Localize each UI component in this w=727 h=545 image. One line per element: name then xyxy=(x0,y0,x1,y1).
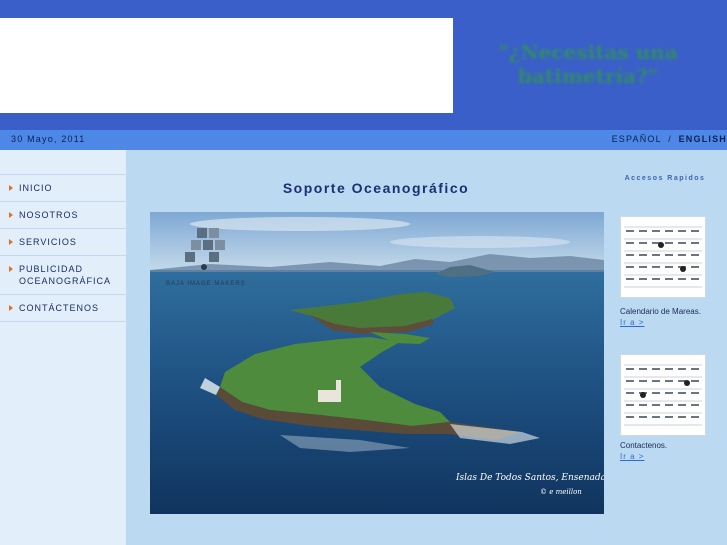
photo-credit: © e meillon xyxy=(540,488,582,496)
nav-item-label: INICIO xyxy=(19,183,53,193)
contact-thumbnail[interactable] xyxy=(620,354,706,436)
island-photo-graphic: BAJA IMAGE MAKERS Islas De Todos Santos,… xyxy=(150,212,604,514)
header-banner xyxy=(0,18,453,113)
lang-separator: / xyxy=(668,134,672,144)
quick-item-link[interactable]: Ir a > xyxy=(620,318,644,327)
tide-calendar-thumbnail[interactable] xyxy=(620,216,706,298)
nav-item-label: CONTÁCTENOS xyxy=(19,303,100,313)
header-slogan: "¿Necesitas una batimetría?" xyxy=(498,40,678,88)
bullet-arrow-icon xyxy=(9,266,13,272)
nav-item-label: SERVICIOS xyxy=(19,237,77,247)
date-bar: 30 Mayo, 2011 ESPAÑOL / ENGLISH xyxy=(0,130,727,150)
contact-thumbnail-graphic xyxy=(624,364,702,426)
bullet-arrow-icon xyxy=(9,185,13,191)
island-photo: BAJA IMAGE MAKERS Islas De Todos Santos,… xyxy=(150,212,604,514)
current-date: 30 Mayo, 2011 xyxy=(11,134,86,144)
nav-item-label: PUBLICIDAD OCEANOGRÁFICA xyxy=(19,264,112,286)
main-nav: INICIO NOSOTROS SERVICIOS PUBLICIDAD OCE… xyxy=(0,174,126,322)
nav-item-nosotros[interactable]: NOSOTROS xyxy=(0,202,126,229)
language-switcher: ESPAÑOL / ENGLISH xyxy=(612,134,727,144)
nav-item-publicidad[interactable]: PUBLICIDAD OCEANOGRÁFICA xyxy=(0,256,126,295)
quick-access-title: Accesos Rapidos xyxy=(624,175,706,182)
quick-item-caption: Contactenos. xyxy=(620,441,668,450)
bullet-arrow-icon xyxy=(9,239,13,245)
main-content: Soporte Oceanográfico BAJA IMAGE MAKERS … xyxy=(126,150,727,545)
site-header: "¿Necesitas una batimetría?" xyxy=(0,0,727,130)
photo-caption: Islas De Todos Santos, Ensenada xyxy=(455,473,604,483)
quick-item-link[interactable]: Ir a > xyxy=(620,452,644,461)
nav-item-contactenos[interactable]: CONTÁCTENOS xyxy=(0,295,126,322)
bullet-arrow-icon xyxy=(9,305,13,311)
photo-logo-text: BAJA IMAGE MAKERS xyxy=(166,281,246,287)
lang-es-link[interactable]: ESPAÑOL xyxy=(612,134,662,144)
nav-item-servicios[interactable]: SERVICIOS xyxy=(0,229,126,256)
page-title: Soporte Oceanográfico xyxy=(282,180,470,196)
nav-item-inicio[interactable]: INICIO xyxy=(0,175,126,202)
bullet-arrow-icon xyxy=(9,212,13,218)
lang-en-link[interactable]: ENGLISH xyxy=(679,134,727,144)
nav-item-label: NOSOTROS xyxy=(19,210,79,220)
sidebar: INICIO NOSOTROS SERVICIOS PUBLICIDAD OCE… xyxy=(0,150,126,545)
calendar-thumbnail-graphic xyxy=(624,226,702,288)
quick-item-caption: Calendario de Mareas. xyxy=(620,307,701,316)
